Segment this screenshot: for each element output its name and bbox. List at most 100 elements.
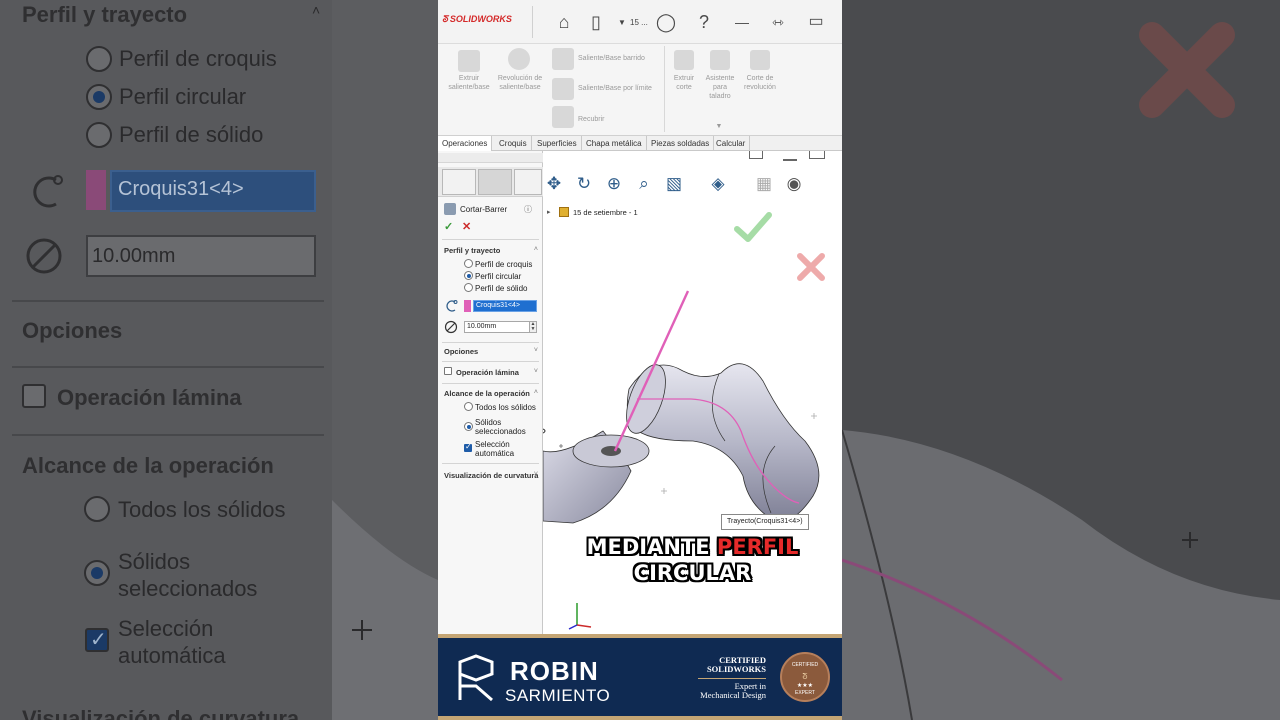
bg-section-title-profile: Perfil y trayecto xyxy=(22,2,188,27)
caption-highlight-word: PERFIL xyxy=(716,535,799,559)
tab-sketch[interactable]: Croquis xyxy=(495,136,532,151)
tab-evaluate[interactable]: Calcular xyxy=(712,136,751,151)
rotate-view-icon[interactable]: ↻ xyxy=(573,173,595,195)
feature-tree-tab-icon[interactable] xyxy=(442,169,476,195)
label-thin-feature: Operación lámina xyxy=(456,368,519,377)
brand-last-name: SARMIENTO xyxy=(505,686,611,705)
tab-sheet-metal[interactable]: Chapa metálica xyxy=(582,136,647,151)
bg-label-thin: Operación lámina xyxy=(57,385,242,410)
revolve-boss-button[interactable]: Revolución de saliente/base xyxy=(496,74,544,92)
viewport-tile-icon[interactable] xyxy=(809,151,825,159)
radio-selected-bodies[interactable] xyxy=(464,422,473,431)
bg-radio-circular-profile xyxy=(86,84,112,110)
command-manager-ribbon: Extruir saliente/base Revolución de sali… xyxy=(438,44,842,136)
extrude-cut-icon[interactable] xyxy=(674,50,694,70)
bg-label-all-bodies: Todos los sólidos xyxy=(118,497,286,522)
sweep-cut-icon xyxy=(444,203,456,215)
hide-show-icon[interactable]: ◉ xyxy=(783,173,805,195)
new-document-icon[interactable]: ▯ xyxy=(584,10,608,34)
revolve-cut-icon[interactable] xyxy=(750,50,770,70)
hole-wizard-icon[interactable] xyxy=(710,50,730,70)
dropdown-arrow-icon[interactable]: ▼ xyxy=(618,18,626,27)
section-curvature-display[interactable]: Visualización de curvatura xyxy=(444,471,538,480)
section-view-icon[interactable]: ▧ xyxy=(663,173,685,195)
minimize-icon[interactable]: — xyxy=(730,10,754,34)
revolve-boss-icon[interactable] xyxy=(508,48,530,70)
graphics-viewport[interactable]: ✥ ↻ ⊕ ⌕ ▧ ◈ ▦ ◉ ▸ 15 de setiembre - 1 Tr… xyxy=(543,151,842,634)
checkbox-auto-select[interactable] xyxy=(464,442,472,452)
hole-wizard-button[interactable]: Asistente para taladro xyxy=(702,74,738,101)
radio-all-bodies[interactable] xyxy=(464,402,473,411)
view-orientation-icon[interactable]: ◈ xyxy=(707,173,729,195)
path-tooltip: Trayecto(Croquis31<4>) xyxy=(721,514,809,530)
diameter-input[interactable]: 10.00mm xyxy=(464,321,530,333)
section-profile-path[interactable]: Perfil y trayecto xyxy=(444,246,500,255)
cancel-x-icon[interactable]: ✕ xyxy=(462,220,471,233)
cert-line-2: SOLIDWORKS xyxy=(706,664,766,674)
triad-axis-icon xyxy=(568,603,592,630)
ribbon-expand-arrow-icon[interactable]: ▼ xyxy=(714,122,724,131)
background-zoom-right xyxy=(842,0,1280,720)
chevron-up-icon[interactable]: ˄ xyxy=(534,246,538,253)
chevron-down-icon[interactable]: ˅ xyxy=(534,347,538,354)
zoom-fit-icon[interactable]: ⊕ xyxy=(603,173,625,195)
boundary-boss-icon[interactable] xyxy=(552,78,574,100)
home-icon[interactable]: ⌂ xyxy=(552,10,576,34)
chevron-down-icon[interactable]: ˅ xyxy=(534,368,538,375)
viewport-minimize-icon[interactable] xyxy=(783,159,797,161)
bg-radio-selected-bodies xyxy=(84,560,110,586)
tree-expand-arrow-icon[interactable]: ▸ xyxy=(547,208,551,216)
robin-sarmiento-logo-icon xyxy=(458,654,494,702)
confirm-check-icon[interactable] xyxy=(733,211,773,245)
bg-right-shapes xyxy=(842,22,1280,720)
help-icon[interactable]: ? xyxy=(692,10,716,34)
display-style-icon[interactable]: ▦ xyxy=(753,173,775,195)
radio-solid-profile[interactable] xyxy=(464,283,473,292)
tab-surfaces[interactable]: Superficies xyxy=(533,136,582,151)
wrap-button[interactable]: Recubrir xyxy=(578,115,638,124)
chevron-up-icon[interactable]: ˄ xyxy=(534,389,538,396)
extrude-cut-button[interactable]: Extruir corte xyxy=(668,74,700,92)
boundary-boss-button[interactable]: Saliente/Base por límite xyxy=(578,84,662,93)
ribbon-separator xyxy=(664,46,665,132)
app-brand-name: SOLIDWORKS xyxy=(449,14,512,24)
revolve-cut-button[interactable]: Corte de revolución xyxy=(740,74,780,92)
user-account-icon[interactable]: ◯ xyxy=(654,10,678,34)
checkbox-thin-feature[interactable] xyxy=(444,367,452,375)
restore-icon[interactable]: ⇿ xyxy=(766,10,790,34)
bg-path-icon xyxy=(33,175,63,208)
zoom-area-icon[interactable]: ⌕ xyxy=(633,173,655,195)
bg-label-circular-profile: Perfil circular xyxy=(119,84,247,109)
section-feature-scope[interactable]: Alcance de la operación xyxy=(444,389,530,398)
app-logo: ᘕ SOLIDWORKS xyxy=(442,14,512,25)
move-view-icon[interactable]: ✥ xyxy=(543,173,565,195)
section-options[interactable]: Opciones xyxy=(444,347,478,356)
radio-sketch-profile[interactable] xyxy=(464,259,473,268)
caption-word-1: MEDIANTE xyxy=(586,535,710,559)
cert-subtitle: Expert in Mechanical Design xyxy=(670,682,766,700)
config-manager-tab-icon[interactable] xyxy=(514,169,542,195)
extrude-boss-button[interactable]: Extruir saliente/base xyxy=(442,74,496,92)
help-icon[interactable]: ⓘ xyxy=(524,204,532,215)
radio-circular-profile[interactable] xyxy=(464,271,473,280)
tab-weldments[interactable]: Piezas soldadas xyxy=(647,136,715,151)
cancel-x-icon[interactable] xyxy=(795,251,827,283)
sweep-boss-button[interactable]: Saliente/Base barrido xyxy=(578,54,658,63)
ok-check-icon[interactable]: ✓ xyxy=(444,220,453,233)
cert-line-4: Mechanical Design xyxy=(700,690,766,700)
chevron-down-icon[interactable]: ˅ xyxy=(534,471,538,478)
background-property-panel: Perfil y trayecto ˄ Perfil de croquis Pe… xyxy=(0,0,332,720)
ds-logo-icon: ᘕ xyxy=(442,14,448,24)
extrude-boss-icon[interactable] xyxy=(458,50,480,72)
wrap-icon[interactable] xyxy=(552,106,574,128)
tab-operations[interactable]: Operaciones xyxy=(438,136,493,151)
path-selection-box[interactable]: Croquis31<4> xyxy=(473,300,537,312)
viewport-restore-icon[interactable] xyxy=(749,151,763,159)
maximize-icon[interactable]: ▭ xyxy=(804,10,828,34)
bg-label-auto-select: Selección automática xyxy=(118,616,226,668)
panel-grip[interactable] xyxy=(438,153,543,163)
property-manager-tab-icon[interactable] xyxy=(478,169,512,195)
sweep-boss-icon[interactable] xyxy=(552,48,574,70)
diameter-spinner[interactable]: ▲ ▼ xyxy=(529,321,537,333)
feature-tree-root[interactable]: 15 de setiembre - 1 xyxy=(573,208,638,217)
